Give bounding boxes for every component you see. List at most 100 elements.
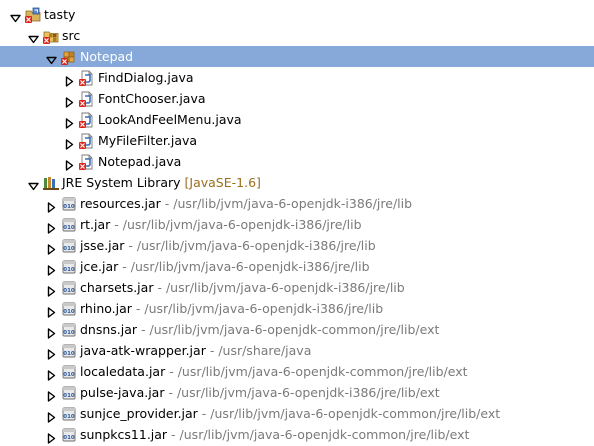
tree-item-label: dnsns.jar - /usr/lib/jvm/java-6-openjdk-… [80,319,439,340]
tree-item-label: JRE System Library [JavaSE-1.6] [62,172,261,193]
collapsed-arrow-icon[interactable] [46,408,57,423]
jar-location-path: /usr/lib/jvm/java-6-openjdk-common/jre/l… [149,322,440,337]
collapsed-arrow-icon[interactable] [46,303,57,318]
tree-item-label: charsets.jar - /usr/lib/jvm/java-6-openj… [80,277,405,298]
jar-location-path: /usr/lib/jvm/java-6-openjdk-i386/jre/lib [122,217,362,232]
tree-item-label: FindDialog.java [98,67,194,88]
path-separator: - [165,364,178,379]
tree-row[interactable]: tasty [0,4,594,25]
tree-item-label: rhino.jar - /usr/lib/jvm/java-6-openjdk-… [80,298,383,319]
tree-row[interactable]: JRE System Library [JavaSE-1.6] [0,172,594,193]
item-name: src [62,28,81,43]
collapsed-arrow-icon[interactable] [46,366,57,381]
path-separator: - [167,427,180,442]
library-icon [43,175,59,191]
item-name: MyFileFilter.java [98,133,198,148]
collapsed-arrow-icon[interactable] [46,219,57,234]
svg-text:010: 010 [63,288,75,294]
jar-icon: 010 [61,385,77,401]
tree-row[interactable]: 010 jsse.jar - /usr/lib/jvm/java-6-openjd… [0,235,594,256]
tree-item-label: sunjce_provider.jar - /usr/lib/jvm/java-… [80,403,500,424]
path-separator: - [137,322,150,337]
jar-location-path: /usr/lib/jvm/java-6-openjdk-i386/jre/lib… [176,385,440,400]
jar-icon: 010 [61,343,77,359]
jar-icon: 010 [61,364,77,380]
tree-row[interactable]: 010 sunjce_provider.jar - /usr/lib/jvm/ja… [0,403,594,424]
java-file-icon [79,133,95,149]
collapsed-arrow-icon[interactable] [46,345,57,360]
tree-row[interactable]: 010 rt.jar - /usr/lib/jvm/java-6-openjdk-… [0,214,594,235]
collapsed-arrow-icon[interactable] [46,240,57,255]
item-name: Notepad [80,49,134,64]
library-version-decoration: [JavaSE-1.6] [184,175,261,190]
path-separator: - [197,406,211,421]
svg-text:010: 010 [63,393,75,399]
expanded-arrow-icon[interactable] [28,30,39,44]
java-file-icon [79,112,95,128]
expanded-arrow-icon[interactable] [28,177,39,191]
tree-row[interactable]: 010 sunpkcs11.jar - /usr/lib/jvm/java-6-o… [0,424,594,445]
tree-row[interactable]: 010 jce.jar - /usr/lib/jvm/java-6-openjdk… [0,256,594,277]
tree-item-label: rt.jar - /usr/lib/jvm/java-6-openjdk-i38… [80,214,362,235]
expanded-arrow-icon[interactable] [10,9,21,23]
item-name: rt.jar [80,217,111,232]
collapsed-arrow-icon[interactable] [46,198,57,213]
tree-row[interactable]: 010 rhino.jar - /usr/lib/jvm/java-6-openj… [0,298,594,319]
collapsed-arrow-icon[interactable] [64,156,75,171]
tree-row[interactable]: FontChooser.java [0,88,594,109]
collapsed-arrow-icon[interactable] [64,135,75,150]
item-name: java-atk-wrapper.jar [80,343,206,358]
jar-location-path: /usr/lib/jvm/java-6-openjdk-i386/jre/lib [173,196,413,211]
collapsed-arrow-icon[interactable] [46,261,57,276]
jar-location-path: /usr/lib/jvm/java-6-openjdk-common/jre/l… [210,406,501,421]
item-name: Notepad.java [98,154,182,169]
item-name: dnsns.jar [80,322,138,337]
path-separator: - [118,259,131,274]
tree-row[interactable]: Notepad.java [0,151,594,172]
tree-row[interactable]: 010 dnsns.jar - /usr/lib/jvm/java-6-openj… [0,319,594,340]
collapsed-arrow-icon[interactable] [64,72,75,87]
tree-row[interactable]: LookAndFeelMenu.java [0,109,594,130]
expanded-arrow-icon[interactable] [46,51,57,65]
svg-text:010: 010 [63,351,75,357]
path-separator: - [131,301,145,316]
svg-text:010: 010 [63,309,75,315]
path-separator: - [124,238,137,253]
jar-location-path: /usr/lib/jvm/java-6-openjdk-common/jre/l… [177,364,468,379]
tree-row[interactable]: src [0,25,594,46]
collapsed-arrow-icon[interactable] [64,93,75,108]
tree-row[interactable]: MyFileFilter.java [0,130,594,151]
tree-item-label: resources.jar - /usr/lib/jvm/java-6-open… [80,193,412,214]
tree-row[interactable]: 010 charsets.jar - /usr/lib/jvm/java-6-op… [0,277,594,298]
tree-row[interactable]: Notepad [0,46,594,67]
tree-row[interactable]: FindDialog.java [0,67,594,88]
tree-item-label: src [62,25,80,46]
svg-text:010: 010 [63,246,75,252]
svg-text:010: 010 [63,267,75,273]
svg-text:010: 010 [63,330,75,336]
collapsed-arrow-icon[interactable] [46,282,57,297]
collapsed-arrow-icon[interactable] [46,387,57,402]
tree-item-label: Notepad.java [98,151,181,172]
tree-row[interactable]: 010 java-atk-wrapper.jar - /usr/share/jav… [0,340,594,361]
tree-item-label: sunpkcs11.jar - /usr/lib/jvm/java-6-open… [80,424,469,445]
tree-row[interactable]: 010 pulse-java.jar - /usr/lib/jvm/java-6-… [0,382,594,403]
tree-item-label: tasty [44,4,75,25]
tree-row[interactable]: 010 resources.jar - /usr/lib/jvm/java-6-o… [0,193,594,214]
jar-icon: 010 [61,301,77,317]
item-name: FontChooser.java [98,91,206,106]
collapsed-arrow-icon[interactable] [46,429,57,444]
path-separator: - [110,217,123,232]
package-explorer-tree[interactable]: tasty src Notepad FindDialog.java FontChoose… [0,0,594,446]
collapsed-arrow-icon[interactable] [64,114,75,129]
jar-icon: 010 [61,238,77,254]
item-name: sunjce_provider.jar [80,406,198,421]
jar-location-path: /usr/share/java [218,343,312,358]
path-separator: - [160,196,174,211]
item-name: resources.jar [80,196,161,211]
collapsed-arrow-icon[interactable] [46,324,57,339]
path-separator: - [205,343,219,358]
java-file-icon [79,70,95,86]
item-name: tasty [44,7,76,22]
tree-row[interactable]: 010 localedata.jar - /usr/lib/jvm/java-6-… [0,361,594,382]
